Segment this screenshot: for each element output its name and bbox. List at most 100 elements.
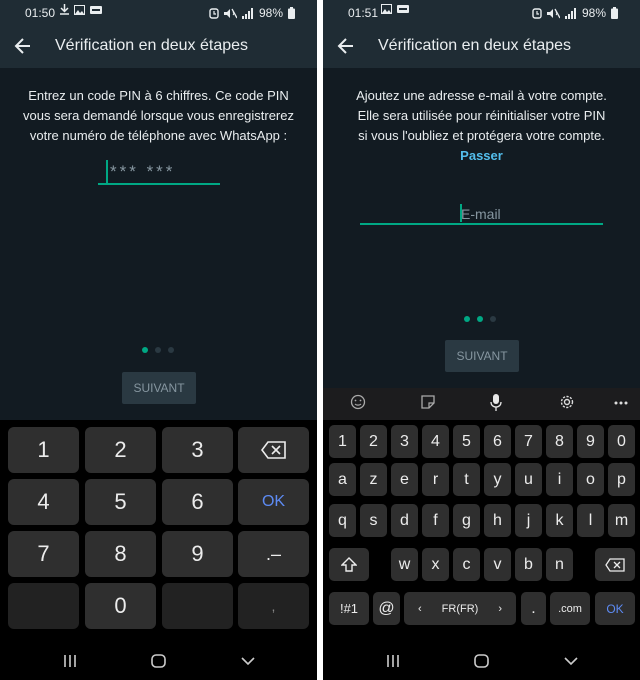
shift-key[interactable] [329, 548, 369, 581]
recents-icon[interactable] [63, 654, 77, 668]
key-w[interactable]: w [391, 548, 418, 581]
mic-icon[interactable] [490, 394, 502, 411]
at-key[interactable]: @ [373, 592, 400, 625]
key-n[interactable]: n [546, 548, 573, 581]
key-u[interactable]: u [515, 463, 542, 496]
symbols-key[interactable]: !#1 [329, 592, 369, 625]
key-9[interactable]: 9 [577, 425, 604, 458]
backspace-key[interactable] [238, 427, 309, 473]
key-6[interactable]: 6 [162, 479, 233, 525]
navigation-bar [323, 642, 640, 680]
battery-icon [611, 7, 618, 19]
key-p[interactable]: p [608, 463, 635, 496]
skip-link[interactable]: Passer [323, 148, 640, 163]
language-next-icon: › [498, 602, 502, 615]
key-r[interactable]: r [422, 463, 449, 496]
back-arrow-icon[interactable] [337, 36, 355, 56]
dotcom-key[interactable]: .com [550, 592, 590, 625]
image-icon [381, 4, 392, 14]
page-title: Vérification en deux étapes [378, 37, 572, 54]
voicemail-icon [90, 5, 102, 14]
space-key[interactable]: ‹ FR(FR) › [404, 592, 516, 625]
back-nav-icon[interactable] [241, 654, 255, 668]
back-arrow-icon[interactable] [14, 36, 32, 56]
key-t[interactable]: t [453, 463, 480, 496]
key-3[interactable]: 3 [391, 425, 418, 458]
mute-icon [223, 8, 237, 18]
page-dot-active [464, 316, 470, 322]
key-z[interactable]: z [360, 463, 387, 496]
key-6[interactable]: 6 [484, 425, 511, 458]
key-5[interactable]: 5 [85, 479, 156, 525]
alarm-icon [209, 7, 219, 19]
comma-key[interactable]: , [238, 583, 309, 629]
status-time: 01:50 [25, 6, 56, 20]
page-dot-active [142, 347, 148, 353]
alarm-icon [532, 7, 542, 19]
key-q[interactable]: q [329, 504, 356, 537]
key-m[interactable]: m [608, 504, 635, 537]
key-7[interactable]: 7 [8, 531, 79, 577]
email-underline [360, 223, 603, 225]
mute-icon [546, 8, 560, 18]
key-1[interactable]: 1 [8, 427, 79, 473]
email-instructions: Ajoutez une adresse e-mail à votre compt… [323, 86, 640, 146]
key-i[interactable]: i [546, 463, 573, 496]
ok-key[interactable]: OK [595, 592, 635, 625]
next-button[interactable]: SUIVANT [122, 372, 196, 404]
key-c[interactable]: c [453, 548, 480, 581]
key-s[interactable]: s [360, 504, 387, 537]
key-x[interactable]: x [422, 548, 449, 581]
back-nav-icon[interactable] [564, 654, 578, 668]
key-5[interactable]: 5 [453, 425, 480, 458]
navigation-bar [0, 642, 317, 680]
key-7[interactable]: 7 [515, 425, 542, 458]
key-f[interactable]: f [422, 504, 449, 537]
voicemail-icon [397, 5, 409, 13]
key-a[interactable]: a [329, 463, 356, 496]
key-o[interactable]: o [577, 463, 604, 496]
key-3[interactable]: 3 [162, 427, 233, 473]
instruction-line: Entrez un code PIN à 6 chiffres. Ce code… [28, 88, 289, 103]
backspace-icon [260, 441, 286, 459]
key-2[interactable]: 2 [360, 425, 387, 458]
pin-instructions: Entrez un code PIN à 6 chiffres. Ce code… [0, 86, 317, 146]
key-d[interactable]: d [391, 504, 418, 537]
home-icon[interactable] [151, 654, 166, 668]
next-button[interactable]: SUIVANT [445, 340, 519, 372]
key-j[interactable]: j [515, 504, 542, 537]
page-dot [490, 316, 496, 322]
sticker-icon[interactable] [420, 394, 436, 410]
key-g[interactable]: g [453, 504, 480, 537]
backspace-key[interactable] [595, 548, 635, 581]
key-8[interactable]: 8 [85, 531, 156, 577]
key-k[interactable]: k [546, 504, 573, 537]
key-4[interactable]: 4 [8, 479, 79, 525]
period-key[interactable]: . [521, 592, 546, 625]
settings-icon[interactable] [559, 394, 575, 410]
key-4[interactable]: 4 [422, 425, 449, 458]
key-8[interactable]: 8 [546, 425, 573, 458]
key-h[interactable]: h [484, 504, 511, 537]
recents-icon[interactable] [386, 654, 400, 668]
key-9[interactable]: 9 [162, 531, 233, 577]
key-y[interactable]: y [484, 463, 511, 496]
key-0[interactable]: 0 [85, 583, 156, 629]
page-dot [168, 347, 174, 353]
emoji-icon[interactable] [350, 394, 366, 410]
pin-content: Entrez un code PIN à 6 chiffres. Ce code… [0, 68, 317, 420]
punctuation-key[interactable]: .– [238, 531, 309, 577]
key-l[interactable]: l [577, 504, 604, 537]
key-b[interactable]: b [515, 548, 542, 581]
key-e[interactable]: e [391, 463, 418, 496]
ok-key[interactable]: OK [238, 479, 309, 525]
key-0[interactable]: 0 [608, 425, 635, 458]
page-dot-active [477, 316, 483, 322]
email-screen: 01:51 98% Vérification en deux étapes Aj… [323, 0, 640, 680]
home-icon[interactable] [474, 654, 489, 668]
key-v[interactable]: v [484, 548, 511, 581]
pin-input[interactable]: *** *** [98, 160, 220, 185]
key-1[interactable]: 1 [329, 425, 356, 458]
more-icon[interactable] [614, 401, 628, 405]
key-2[interactable]: 2 [85, 427, 156, 473]
